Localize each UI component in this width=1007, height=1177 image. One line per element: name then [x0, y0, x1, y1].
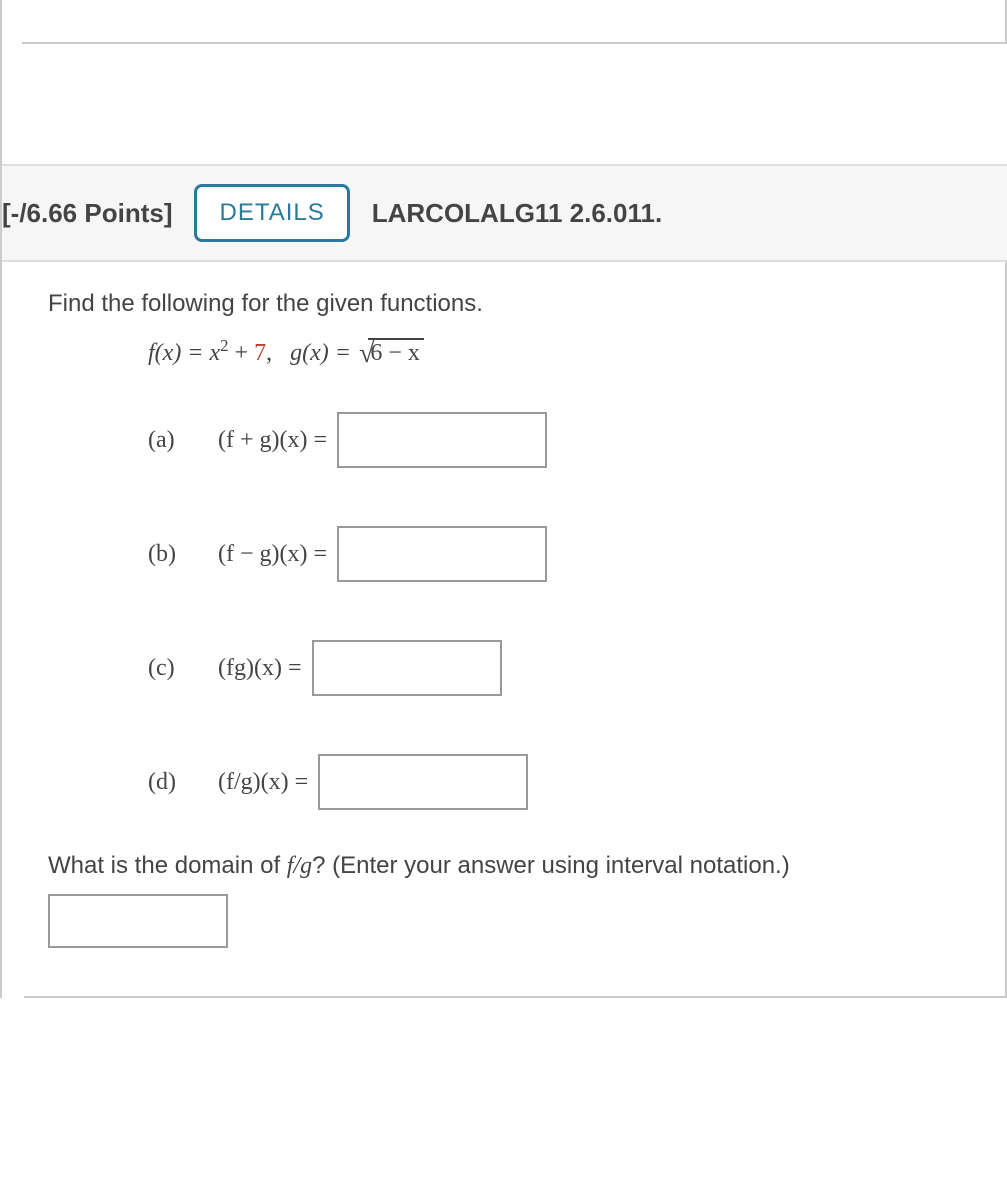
part-c-input[interactable]	[312, 640, 502, 696]
f-constant: 7	[254, 340, 266, 366]
function-definitions: f(x) = x2 + 7, g(x) = √6 − x	[148, 336, 981, 370]
part-b: (b) (f − g)(x) =	[148, 526, 981, 582]
domain-prompt-pre: What is the domain of	[48, 852, 287, 879]
f-comma: ,	[266, 340, 278, 366]
part-c: (c) (fg)(x) =	[148, 640, 981, 696]
part-c-expr: (fg)(x) =	[218, 655, 302, 681]
question-header: [-/6.66 Points] DETAILS LARCOLALG11 2.6.…	[2, 164, 1007, 262]
domain-question: What is the domain of f/g? (Enter your a…	[48, 852, 981, 880]
g-radicand: 6 − x	[368, 338, 424, 367]
domain-fg: f/g	[287, 853, 312, 879]
part-d-label: (d)	[148, 769, 218, 796]
part-b-input[interactable]	[337, 526, 547, 582]
question-prompt: Find the following for the given functio…	[48, 290, 981, 318]
part-a-label: (a)	[148, 427, 218, 454]
part-b-label: (b)	[148, 541, 218, 568]
part-b-expr: (f − g)(x) =	[218, 541, 327, 567]
question-body: Find the following for the given functio…	[24, 262, 1007, 998]
part-c-label: (c)	[148, 655, 218, 682]
f-exponent: 2	[220, 336, 228, 355]
part-a-expr: (f + g)(x) =	[218, 427, 327, 453]
g-lhs: g(x) =	[290, 340, 357, 366]
domain-prompt-post: ? (Enter your answer using interval nota…	[312, 852, 790, 879]
part-a-input[interactable]	[337, 412, 547, 468]
part-a: (a) (f + g)(x) =	[148, 412, 981, 468]
points-label: [-/6.66 Points]	[2, 198, 172, 229]
spacer	[2, 44, 1007, 164]
part-d-expr: (f/g)(x) =	[218, 769, 308, 795]
previous-question-box-fragment	[22, 0, 1007, 44]
f-lhs: f(x) = x	[148, 340, 220, 366]
question-reference: LARCOLALG11 2.6.011.	[372, 198, 662, 229]
part-d-input[interactable]	[318, 754, 528, 810]
f-plus: +	[229, 340, 255, 366]
part-d: (d) (f/g)(x) =	[148, 754, 981, 810]
sqrt-icon: √6 − x	[357, 338, 424, 370]
domain-input[interactable]	[48, 894, 228, 948]
details-button[interactable]: DETAILS	[194, 184, 349, 242]
